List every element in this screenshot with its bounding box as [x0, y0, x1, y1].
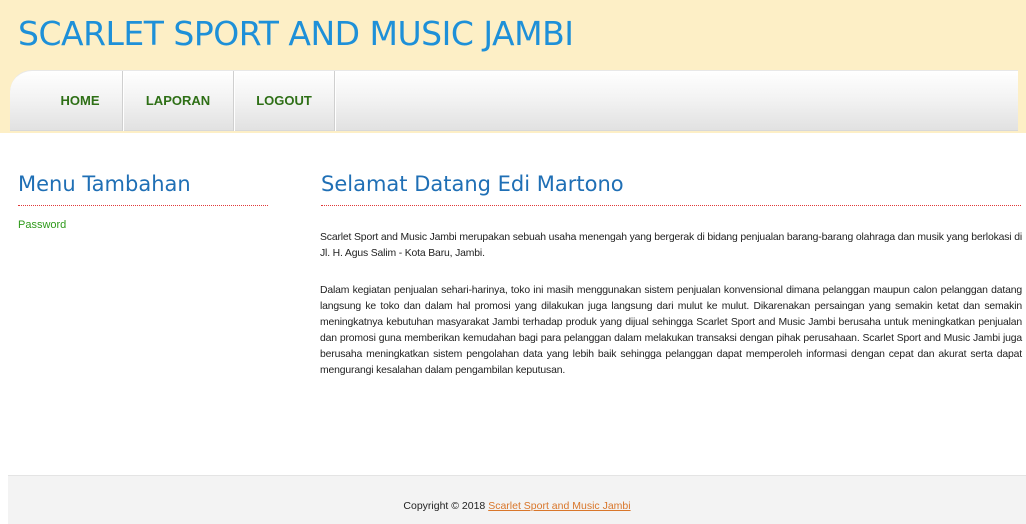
description-paragraph: Dalam kegiatan penjualan sehari-harinya,…	[320, 285, 1022, 376]
nav-divider	[334, 71, 335, 131]
copyright-prefix: Copyright © 2018	[403, 500, 489, 512]
nav-item-logout[interactable]: LOGOUT	[234, 71, 334, 131]
footer-company-link[interactable]: Scarlet Sport and Music Jambi	[488, 500, 630, 512]
nav-item-home[interactable]: HOME	[38, 71, 122, 131]
nav-item-laporan[interactable]: LAPORAN	[123, 71, 233, 131]
page-title: Selamat Datang Edi Martono	[321, 172, 624, 196]
site-footer: Copyright © 2018 Scarlet Sport and Music…	[8, 475, 1026, 524]
sidebar-divider	[18, 205, 268, 206]
sidebar-link-password[interactable]: Password	[18, 219, 66, 231]
copyright-text: Copyright © 2018 Scarlet Sport and Music…	[8, 500, 1026, 512]
intro-paragraph: Scarlet Sport and Music Jambi merupakan …	[320, 232, 1022, 259]
main-nav: HOME LAPORAN LOGOUT	[10, 70, 1018, 131]
site-header: SCARLET SPORT AND MUSIC JAMBI HOME LAPOR…	[0, 0, 1026, 133]
sidebar-title: Menu Tambahan	[18, 172, 191, 196]
site-title: SCARLET SPORT AND MUSIC JAMBI	[18, 14, 574, 53]
title-divider	[321, 205, 1021, 206]
